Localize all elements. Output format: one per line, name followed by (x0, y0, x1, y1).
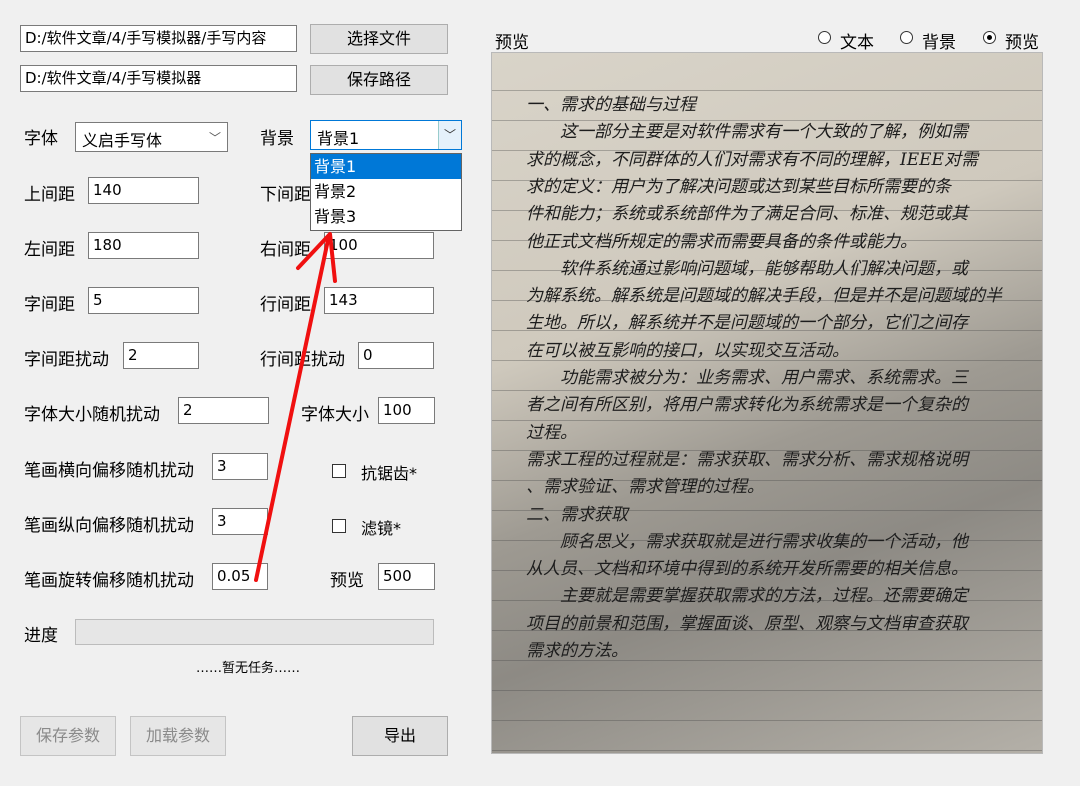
mode-radio-background[interactable] (900, 31, 913, 44)
handwriting-line: 软件系统通过影响问题域，能够帮助人们解决问题，或 (526, 258, 968, 279)
handwriting-line: 件和能力；系统或系统部件为了满足合同、标准、规范或其 (526, 204, 968, 225)
handwriting-line: 需求的方法。 (526, 641, 628, 661)
handwriting-line: 从人员、文档和环境中得到的系统开发所需要的相关信息。 (526, 559, 968, 580)
handwriting-line: 生地。所以，解系统并不是问题域的一个部分，它们之间存 (526, 313, 968, 334)
mode-label-preview: 预览 (1005, 33, 1039, 53)
handwriting-line: 过程。 (526, 422, 577, 443)
handwriting-line: 为解系统。解系统是问题域的解决手段，但是并不是问题域的半 (526, 286, 1002, 307)
handwriting-line: 二、需求获取 (526, 504, 628, 525)
handwriting-line: 、需求验证、需求管理的过程。 (526, 477, 764, 498)
handwriting-line: 求的定义：用户为了解决问题或达到某些目标所需要的条 (526, 176, 951, 197)
handwriting-line: 这一部分主要是对软件需求有一个大致的了解，例如需 (526, 122, 968, 143)
handwriting-line: 需求工程的过程就是：需求获取、需求分析、需求规格说明 (526, 449, 968, 470)
mode-radio-preview[interactable] (983, 31, 996, 44)
preview-image: 一、需求的基础与过程 这一部分主要是对软件需求有一个大致的了解，例如需 求的概念，… (491, 52, 1043, 754)
mode-label-background: 背景 (922, 33, 956, 53)
handwriting-line: 功能需求被分为：业务需求、用户需求、系统需求。三 (526, 368, 968, 388)
handwriting-line: 者之间有所区别，将用户需求转化为系统需求是一个复杂的 (526, 395, 968, 416)
mode-radio-text[interactable] (818, 31, 831, 44)
handwriting-line: 一、需求的基础与过程 (526, 95, 696, 115)
handwriting-line: 求的概念，不同群体的人们对需求有不同的理解，IEEE对需 (526, 149, 978, 170)
handwriting-line: 他正式文档所规定的需求而需要具备的条件或能力。 (526, 231, 917, 252)
handwriting-line: 项目的前景和范围，掌握面谈、原型、观察与文档审查获取 (526, 613, 968, 634)
handwriting-line: 顾名思义，需求获取就是进行需求收集的一个活动，他 (526, 531, 968, 552)
handwriting-line: 主要就是需要掌握获取需求的方法，过程。还需要确定 (526, 586, 968, 607)
preview-title: 预览 (495, 33, 529, 53)
handwriting-line: 在可以被互影响的接口，以实现交互活动。 (526, 340, 849, 361)
mode-label-text: 文本 (840, 33, 874, 53)
